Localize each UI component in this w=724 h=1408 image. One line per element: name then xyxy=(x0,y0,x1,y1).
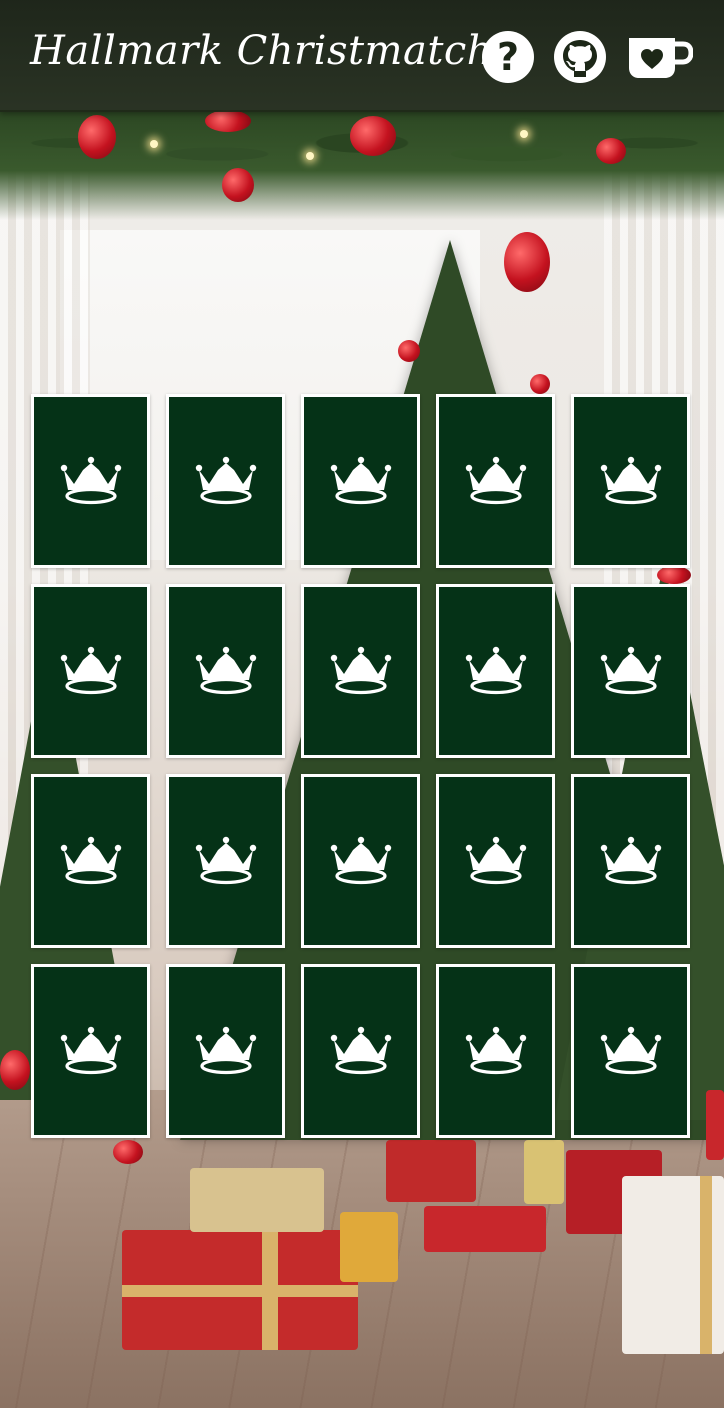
memory-card[interactable] xyxy=(31,964,150,1138)
memory-card[interactable] xyxy=(571,774,690,948)
crown-icon xyxy=(195,836,256,885)
ornament xyxy=(350,116,396,156)
ornament xyxy=(504,232,550,292)
memory-card[interactable] xyxy=(166,394,285,568)
card-grid xyxy=(31,394,693,1138)
page-title: Hallmark Christmatch xyxy=(30,28,494,74)
crown-icon xyxy=(195,456,256,505)
memory-card[interactable] xyxy=(166,584,285,758)
question-icon: ? xyxy=(482,31,534,83)
memory-card[interactable] xyxy=(166,964,285,1138)
memory-card[interactable] xyxy=(301,394,420,568)
memory-card[interactable] xyxy=(166,774,285,948)
crown-icon xyxy=(60,456,121,505)
crown-icon xyxy=(465,456,526,505)
crown-icon xyxy=(330,456,391,505)
ornament xyxy=(78,115,116,159)
crown-icon xyxy=(330,1026,391,1075)
crown-icon xyxy=(465,836,526,885)
crown-icon xyxy=(600,646,661,695)
github-icon xyxy=(554,31,606,83)
github-button[interactable] xyxy=(553,30,607,84)
gift xyxy=(190,1168,324,1232)
gift-ribbon xyxy=(122,1285,358,1297)
crown-icon xyxy=(600,1026,661,1075)
top-bar: Hallmark Christmatch ? xyxy=(0,0,724,112)
memory-card[interactable] xyxy=(301,774,420,948)
ornament xyxy=(398,340,420,362)
help-button[interactable]: ? xyxy=(481,30,535,84)
ornament xyxy=(530,374,550,394)
ornament xyxy=(596,138,626,164)
coffee-heart-icon xyxy=(629,38,693,78)
gift xyxy=(706,1090,724,1160)
svg-text:?: ? xyxy=(497,35,519,79)
memory-card[interactable] xyxy=(436,774,555,948)
crown-icon xyxy=(60,646,121,695)
gift xyxy=(424,1206,546,1252)
light xyxy=(150,140,158,148)
memory-card[interactable] xyxy=(301,584,420,758)
memory-card[interactable] xyxy=(436,964,555,1138)
crown-icon xyxy=(330,646,391,695)
ornament xyxy=(113,1140,143,1164)
crown-icon xyxy=(195,1026,256,1075)
memory-card[interactable] xyxy=(571,964,690,1138)
memory-card[interactable] xyxy=(436,584,555,758)
crown-icon xyxy=(60,1026,121,1075)
crown-icon xyxy=(600,456,661,505)
coffee-button[interactable] xyxy=(627,34,693,82)
ornament xyxy=(0,1050,30,1090)
memory-card[interactable] xyxy=(436,394,555,568)
memory-card[interactable] xyxy=(31,394,150,568)
memory-card[interactable] xyxy=(31,584,150,758)
crown-icon xyxy=(465,1026,526,1075)
crown-icon xyxy=(600,836,661,885)
gift xyxy=(386,1140,476,1202)
gift xyxy=(122,1230,358,1350)
gift-ribbon xyxy=(700,1176,712,1354)
memory-card[interactable] xyxy=(31,774,150,948)
crown-icon xyxy=(330,836,391,885)
memory-card[interactable] xyxy=(571,394,690,568)
light xyxy=(306,152,314,160)
crown-icon xyxy=(60,836,121,885)
gift xyxy=(622,1176,724,1354)
gift xyxy=(524,1140,564,1204)
memory-card[interactable] xyxy=(301,964,420,1138)
light xyxy=(520,130,528,138)
crown-icon xyxy=(195,646,256,695)
ornament xyxy=(205,110,251,132)
ornament xyxy=(222,168,254,202)
memory-card[interactable] xyxy=(571,584,690,758)
crown-icon xyxy=(465,646,526,695)
gift xyxy=(340,1212,398,1282)
